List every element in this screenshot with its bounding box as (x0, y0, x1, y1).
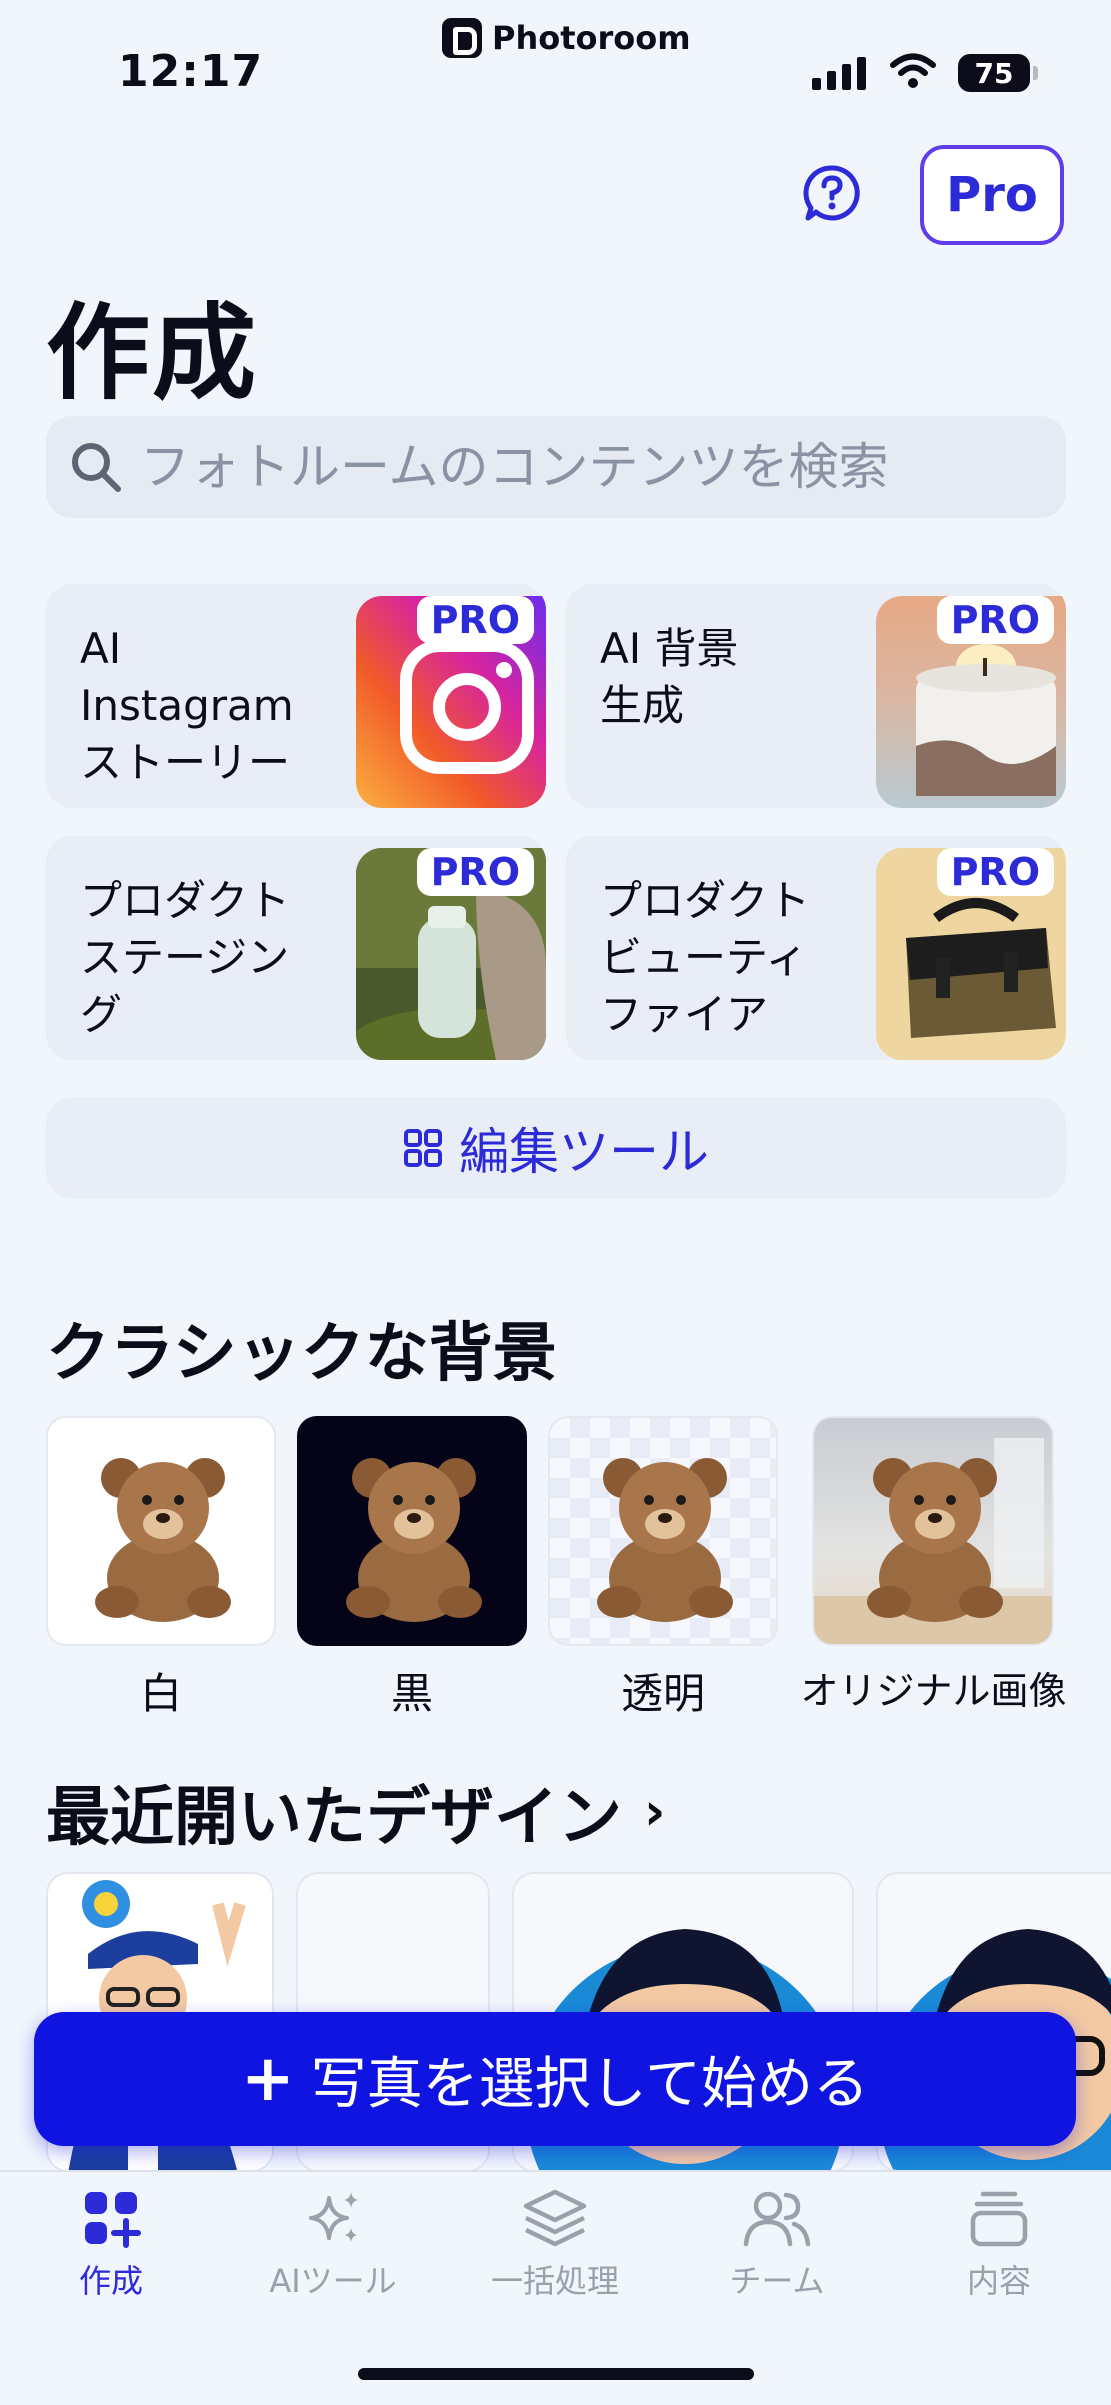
card-product-staging[interactable]: プロダクト ステージン グ PRO (46, 836, 546, 1060)
tab-label: 一括処理 (490, 2262, 619, 2300)
tab-batch[interactable]: 一括処理 (455, 2188, 655, 2302)
wifi-icon (890, 53, 936, 88)
pro-badge: PRO (936, 848, 1054, 896)
teddy-bear-image (597, 1458, 733, 1622)
help-icon[interactable] (802, 163, 862, 223)
recent-designs-header[interactable]: 最近開いたデザイン › (46, 1766, 665, 1858)
background-caption: 黒 (390, 1669, 433, 1718)
app-brand: Photoroom (442, 18, 691, 58)
pro-upgrade-button[interactable]: Pro (920, 145, 1064, 245)
edit-tools-label: 編集ツール (459, 1123, 709, 1181)
edit-tools-button[interactable]: 編集ツール (46, 1097, 1066, 1199)
tab-label: チーム (729, 2262, 825, 2300)
card-label: AI Instagram ストーリー (80, 624, 294, 787)
tab-label: AIツール (269, 2262, 397, 2300)
teddy-bear-image (346, 1458, 482, 1622)
tab-ai-tools[interactable]: AIツール (233, 2188, 433, 2302)
recent-designs-title: 最近開いたデザイン (46, 1781, 622, 1855)
tab-create[interactable]: 作成 (11, 2188, 211, 2302)
background-black-tile[interactable] (297, 1416, 527, 1646)
background-caption: オリジナル画像 (800, 1669, 1067, 1713)
create-grid-icon (85, 2192, 141, 2248)
card-label: プロダクト ビューティ ファイア (600, 876, 811, 1039)
search-bar[interactable] (46, 416, 1066, 518)
page-title: 作成 (46, 292, 259, 414)
card-ai-background[interactable]: AI 背景 生成 PRO (566, 584, 1066, 808)
layers-icon (523, 2189, 587, 2247)
sparkles-icon (309, 2192, 358, 2242)
select-photo-label: 写真を選択して始める (310, 2051, 869, 2117)
home-indicator (358, 2368, 754, 2380)
tab-label: 内容 (966, 2262, 1031, 2300)
cellular-signal-icon (812, 56, 866, 90)
background-caption: 白 (139, 1669, 182, 1718)
card-label: プロダクト ステージン グ (80, 876, 291, 1039)
battery-indicator: 75 (958, 54, 1038, 92)
search-icon (72, 443, 121, 492)
chevron-right-icon: › (644, 1782, 666, 1842)
card-product-beautifier[interactable]: プロダクト ビューティ ファイア PRO (566, 836, 1066, 1060)
background-transparent-tile[interactable] (548, 1416, 778, 1646)
card-label: AI 背景 生成 (600, 624, 739, 730)
pro-badge: PRO (936, 596, 1054, 644)
background-white-tile[interactable] (46, 1416, 276, 1646)
photoroom-logo-icon (442, 18, 482, 58)
select-photo-button[interactable]: + 写真を選択して始める (34, 2012, 1076, 2146)
status-bar: 12:17 Photoroom 75 (0, 0, 1111, 110)
grid-icon (404, 1129, 442, 1167)
classic-backgrounds-title: クラシックな背景 (46, 1317, 557, 1391)
people-icon (743, 2191, 811, 2247)
pro-badge: PRO (416, 596, 534, 644)
tab-label: 作成 (78, 2262, 143, 2300)
pro-badge: PRO (416, 848, 534, 896)
teddy-bear-image (95, 1458, 231, 1622)
app-name: Photoroom (492, 19, 691, 57)
status-time: 12:17 (118, 46, 264, 97)
background-caption: 透明 (620, 1669, 705, 1718)
search-input[interactable] (140, 438, 1020, 496)
card-ai-instagram-story[interactable]: AI Instagram ストーリー PRO (46, 584, 546, 808)
tab-content[interactable]: 内容 (899, 2188, 1099, 2302)
stack-icon (970, 2191, 1028, 2247)
background-original-tile[interactable] (812, 1416, 1054, 1646)
tab-team[interactable]: チーム (677, 2188, 877, 2302)
teddy-bear-image (814, 1438, 1052, 1644)
plus-icon: + (241, 2042, 295, 2116)
